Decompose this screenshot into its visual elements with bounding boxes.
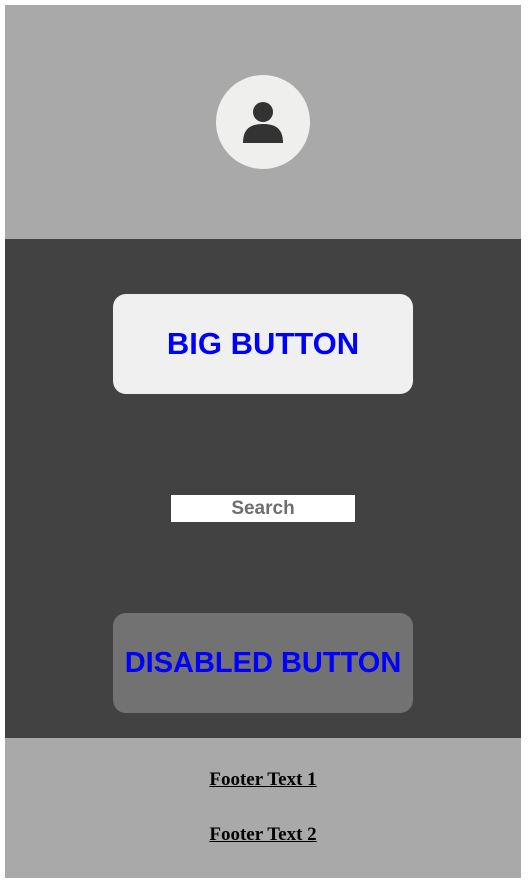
avatar[interactable] (216, 75, 310, 169)
big-button[interactable]: BIG BUTTON (113, 294, 413, 394)
header (5, 5, 521, 239)
footer: Footer Text 1 Footer Text 2 (5, 738, 521, 878)
footer-link-2[interactable]: Footer Text 2 (5, 824, 521, 846)
main-panel: BIG BUTTON DISABLED BUTTON (5, 239, 521, 738)
app-frame: BIG BUTTON DISABLED BUTTON Footer Text 1… (5, 5, 521, 878)
disabled-button: DISABLED BUTTON (113, 613, 413, 713)
footer-link-1[interactable]: Footer Text 1 (5, 769, 521, 791)
search-input[interactable] (171, 495, 355, 522)
user-avatar-icon (243, 102, 283, 143)
